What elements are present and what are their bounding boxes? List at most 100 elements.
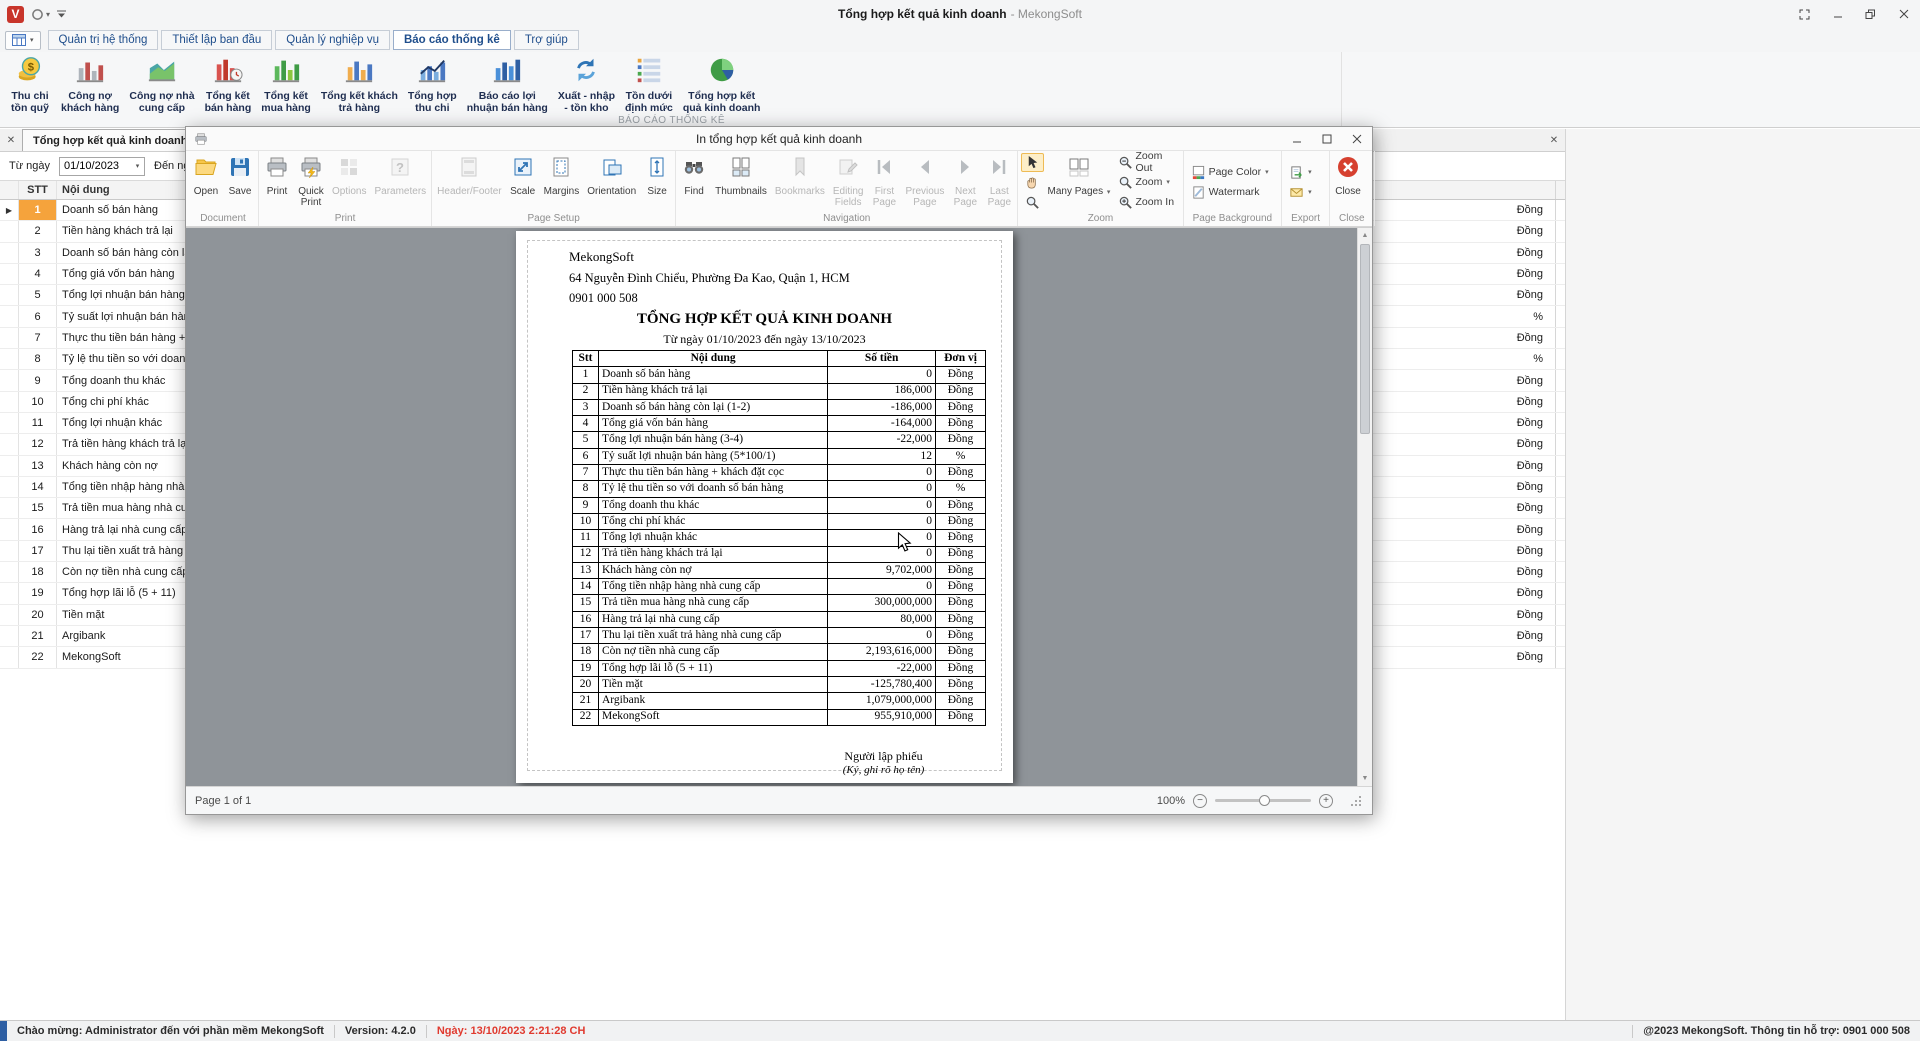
open-button[interactable]: Open (189, 151, 223, 213)
ribbon-button-5[interactable]: Tổng kết mua hàng (256, 54, 316, 116)
dialog-close-button[interactable] (1342, 127, 1372, 150)
row-tail (1556, 605, 1565, 625)
restore-button[interactable] (1854, 0, 1887, 28)
quick-access-customize-icon[interactable] (57, 10, 66, 18)
resize-grip[interactable] (1349, 794, 1363, 808)
report-cell: Đồng (936, 465, 986, 481)
zoom-tool-button[interactable] (1021, 193, 1044, 212)
many-pages-button[interactable]: Many Pages ▾ (1046, 151, 1111, 213)
row-tail (1556, 413, 1565, 433)
report-cell: Tiền hàng khách trả lại (598, 383, 827, 399)
ribbon-tab-5[interactable]: Trợ giúp (514, 30, 579, 50)
report-cell: Khách hàng còn nợ (598, 562, 827, 578)
scroll-down-icon[interactable]: ▼ (1358, 771, 1372, 786)
orientation-button[interactable]: Orientation (583, 151, 640, 213)
ribbon-tab-3[interactable]: Quản lý nghiệp vụ (275, 30, 390, 50)
zoom-slider[interactable] (1215, 799, 1311, 802)
ribbon-button-1[interactable]: $Thu chi tồn quỹ (4, 54, 56, 116)
header-footer-button: Header/Footer (433, 151, 505, 213)
margins-button[interactable]: Margins (540, 151, 584, 213)
ribbon-button-3[interactable]: Công nợ nhà cung cấp (124, 54, 199, 116)
ribbon-tab-2[interactable]: Thiết lập ban đầu (161, 30, 272, 50)
report-cell: Tổng doanh thu khác (598, 497, 827, 513)
grid-header-stt[interactable]: STT (19, 181, 57, 199)
dialog-titlebar[interactable]: In tổng hợp kết quả kinh doanh (186, 127, 1372, 151)
zoom-button[interactable]: Zoom▾ (1114, 173, 1180, 192)
row-indicator (0, 583, 19, 603)
ribbon-tab-4[interactable]: Báo cáo thống kê (393, 30, 511, 50)
row-tail (1556, 243, 1565, 263)
ribbon-button-11[interactable]: Tổng hợp kết quả kinh doanh (678, 54, 766, 116)
toolbar-button-label: Parameters (374, 186, 426, 197)
size-button[interactable]: Size (640, 151, 674, 213)
report-page: MekongSoft 64 Nguyễn Đình Chiểu, Phường … (516, 231, 1013, 783)
grid-header-indicator (0, 181, 19, 199)
report-row: 7Thực thu tiền bán hàng + khách đặt cọc0… (573, 465, 986, 481)
close-button[interactable]: Close (1331, 151, 1365, 213)
row-indicator (0, 285, 19, 305)
scrollbar-thumb[interactable] (1360, 244, 1370, 434)
thumbnails-button[interactable]: Thumbnails (711, 151, 771, 213)
zoom-slider-thumb[interactable] (1259, 795, 1270, 806)
hand-tool-button[interactable] (1021, 173, 1044, 192)
fullscreen-button[interactable] (1788, 0, 1821, 28)
app-logo-icon[interactable]: V (7, 6, 24, 23)
export-email-button[interactable]: ▾ (1285, 183, 1316, 202)
dialog-minimize-button[interactable] (1282, 127, 1312, 150)
find-button[interactable]: Find (677, 151, 711, 213)
ribbon-button-10[interactable]: Tồn dưới định mức (620, 54, 678, 116)
row-unit-cell: Đồng (1357, 392, 1556, 412)
ribbon-button-8[interactable]: Báo cáo lợi nhuận bán hàng (462, 54, 553, 116)
ribbon-tab-1[interactable]: Quản trị hệ thống (48, 30, 159, 50)
tab-strip-close-left-button[interactable]: ✕ (0, 129, 22, 151)
zoom-in-button[interactable]: Zoom In (1114, 193, 1180, 212)
toolbar-group-label: Zoom (1019, 213, 1181, 226)
row-stt-cell: 12 (19, 434, 57, 454)
zoom-in-slider-button[interactable]: + (1319, 794, 1333, 808)
tab-strip-close-right-button[interactable]: ✕ (1543, 129, 1565, 151)
report-cell: 186,000 (828, 383, 936, 399)
scale-button[interactable]: Scale (506, 151, 540, 213)
close-window-button[interactable] (1887, 0, 1920, 28)
export-document-button[interactable]: ▾ (1285, 163, 1316, 182)
magnifier-icon (1118, 175, 1133, 190)
customize-toolbar-icon (57, 10, 66, 18)
row-indicator (0, 626, 19, 646)
ribbon-button-2[interactable]: Công nợ khách hàng (56, 54, 124, 116)
dialog-maximize-button[interactable] (1312, 127, 1342, 150)
application-menu-button[interactable]: ▾ (5, 31, 41, 50)
row-unit-cell: Đồng (1357, 221, 1556, 241)
report-cell: Tổng giá vốn bán hàng (598, 416, 827, 432)
report-column-header: Nội dung (598, 351, 827, 367)
zoom-out-slider-button[interactable]: − (1193, 794, 1207, 808)
ribbon-button-4[interactable]: Tổng kết bán hàng (200, 54, 257, 116)
pointer-tool-button[interactable] (1021, 153, 1044, 172)
ribbon-button-9[interactable]: Xuất - nhập - tồn kho (553, 54, 620, 116)
svg-text:$: $ (28, 61, 35, 73)
scroll-up-icon[interactable]: ▲ (1358, 228, 1372, 243)
previous-page-icon (913, 155, 937, 184)
print-button[interactable]: Print (260, 151, 294, 213)
watermark-button[interactable]: Watermark (1187, 183, 1273, 202)
quick-access-icon[interactable]: ▾ (31, 8, 50, 21)
ribbon-button-7[interactable]: Tổng hợp thu chi (403, 54, 462, 116)
row-unit-cell: Đồng (1357, 477, 1556, 497)
preview-vertical-scrollbar[interactable]: ▲ ▼ (1357, 228, 1372, 786)
ribbon-button-label: Tổng kết bán hàng (205, 91, 252, 115)
toolbar-button-label: Zoom Out (1136, 150, 1176, 174)
row-tail (1556, 221, 1565, 241)
quick-print-button[interactable]: QuickPrint (294, 151, 328, 213)
ribbon-button-6[interactable]: Tổng kết khách trả hàng (316, 54, 403, 116)
row-tail (1556, 456, 1565, 476)
minimize-button[interactable] (1821, 0, 1854, 28)
page-color-button[interactable]: Page Color▾ (1187, 163, 1273, 182)
ribbon-button-label: Xuất - nhập - tồn kho (558, 91, 615, 115)
report-cell: 2,193,616,000 (828, 644, 936, 660)
save-button[interactable]: Save (223, 151, 257, 213)
row-stt-cell: 15 (19, 498, 57, 518)
report-cell: Đồng (936, 660, 986, 676)
report-cell: 9 (573, 497, 599, 513)
toolbar-button-label: Find (684, 186, 703, 197)
from-date-combobox[interactable]: 01/10/2023 ▾ (59, 157, 145, 176)
zoom-out-button[interactable]: Zoom Out (1114, 153, 1180, 172)
